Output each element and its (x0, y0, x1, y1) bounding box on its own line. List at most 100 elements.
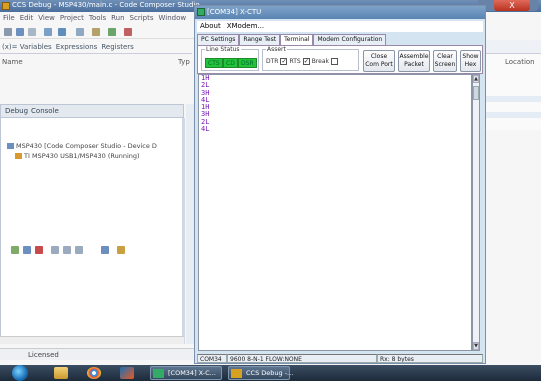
output-line: 2L (201, 81, 210, 90)
cts-indicator: CTS (205, 58, 223, 68)
menu-run[interactable]: Run (111, 12, 124, 24)
tab-terminal[interactable]: Terminal (280, 34, 314, 45)
clear-screen-label-2: Screen (434, 61, 456, 68)
step-into-icon[interactable] (51, 246, 59, 254)
debug-tree: MSP430 [Code Composer Studio - Device D … (0, 118, 184, 336)
ccs-app-icon (2, 2, 10, 10)
ide-title: CCS Debug - MSP430/main.c - Code Compose… (12, 1, 200, 9)
taskbar: [COM34] X-C... CCS Debug -... (0, 365, 541, 381)
output-line: 1H (201, 103, 210, 112)
step-return-icon[interactable] (75, 246, 83, 254)
menu-edit[interactable]: Edit (20, 12, 34, 24)
assert-group: Assert DTR ✓ RTS ✓ Break (262, 46, 359, 71)
column-name: Name (2, 58, 23, 66)
tab-modem-configuration[interactable]: Modem Configuration (313, 34, 387, 45)
terminal-tabs: PC Settings Range Test Terminal Modem Co… (197, 34, 483, 45)
tool-icon[interactable] (92, 28, 100, 36)
xctu-terminal-window: [COM34] X-CTU About XModem... PC Setting… (194, 5, 486, 364)
scroll-up-icon[interactable]: ▲ (473, 75, 479, 83)
terminal-vertical-scrollbar[interactable]: ▲ ▼ (472, 74, 480, 351)
close-window-button[interactable]: X (494, 0, 530, 11)
tree-item-device[interactable]: TI MSP430 USB1/MSP430 (Running) (15, 152, 140, 160)
run-icon[interactable] (108, 28, 116, 36)
line-status-label: Line Status (205, 46, 241, 53)
tab-registers[interactable]: Registers (101, 40, 133, 53)
view-splitter[interactable] (182, 118, 185, 344)
app-icon[interactable] (120, 367, 134, 379)
menu-project[interactable]: Project (60, 12, 84, 24)
close-com-port-label-1: Close (370, 53, 388, 60)
debug-session-icon (7, 143, 14, 149)
menu-about[interactable]: About (200, 21, 221, 32)
tab-variables[interactable]: (x)= Variables (2, 40, 52, 53)
tree-item-label: TI MSP430 USB1/MSP430 (Running) (24, 152, 140, 160)
dtr-label: DTR (266, 58, 279, 65)
step-over-icon[interactable] (63, 246, 71, 254)
output-line: 3H (201, 110, 210, 119)
show-hex-button[interactable]: Show Hex (460, 50, 481, 72)
horizontal-scrollbar[interactable] (0, 336, 184, 344)
taskbar-task-ccs[interactable]: CCS Debug -... (228, 366, 294, 380)
tab-range-test[interactable]: Range Test (239, 34, 281, 45)
status-port: COM34 (197, 354, 227, 363)
tab-expressions[interactable]: Expressions (56, 40, 98, 53)
scroll-thumb[interactable] (473, 86, 479, 100)
close-com-port-button[interactable]: Close Com Port (363, 50, 395, 72)
restart-icon[interactable] (117, 246, 125, 254)
clear-screen-button[interactable]: Clear Screen (433, 50, 457, 72)
stop-icon[interactable] (124, 28, 132, 36)
terminal-menu-bar: About XModem... (197, 21, 483, 32)
tree-item-label: MSP430 [Code Composer Studio - Device D (16, 142, 157, 150)
menu-xmodem[interactable]: XModem... (227, 21, 264, 32)
tab-console[interactable]: Console (31, 105, 59, 117)
folder-icon[interactable] (54, 367, 68, 379)
line-status-group: Line Status CTS CD DSR (201, 46, 259, 71)
search-icon[interactable] (76, 28, 84, 36)
output-line: 4L (201, 95, 210, 104)
xctu-app-icon (197, 8, 205, 16)
menu-scripts[interactable]: Scripts (130, 12, 154, 24)
show-hex-label-1: Show (462, 53, 479, 60)
dtr-checkbox[interactable]: ✓ (280, 58, 288, 65)
scroll-down-icon[interactable]: ▼ (473, 342, 479, 350)
task-label: [COM34] X-C... (168, 369, 216, 377)
new-icon[interactable] (4, 28, 12, 36)
status-settings: 9600 8-N-1 FLOW:NONE (227, 354, 377, 363)
start-button[interactable] (12, 365, 28, 381)
xctu-task-icon (153, 369, 164, 378)
assert-controls: DTR ✓ RTS ✓ Break (266, 58, 338, 65)
terminal-title-bar[interactable]: [COM34] X-CTU (195, 6, 485, 19)
terminal-status-bar: COM34 9600 8-N-1 FLOW:NONE Rx: 8 bytes (197, 354, 483, 363)
print-icon[interactable] (28, 28, 36, 36)
task-label: CCS Debug -... (246, 369, 294, 377)
tab-pc-settings[interactable]: PC Settings (197, 34, 240, 45)
debug-icon[interactable] (58, 28, 66, 36)
assemble-packet-button[interactable]: Assemble Packet (398, 50, 430, 72)
build-icon[interactable] (44, 28, 52, 36)
chrome-icon[interactable] (87, 367, 101, 379)
ide-toolbar (0, 25, 200, 39)
break-label: Break (311, 58, 329, 65)
debug-toolbar (5, 243, 181, 255)
pane-row (485, 96, 541, 102)
menu-view[interactable]: View (38, 12, 55, 24)
menu-file[interactable]: File (3, 12, 15, 24)
taskbar-task-xctu[interactable]: [COM34] X-C... (150, 366, 222, 380)
menu-tools[interactable]: Tools (89, 12, 106, 24)
rts-checkbox[interactable]: ✓ (302, 58, 310, 65)
tab-debug[interactable]: Debug (5, 105, 28, 117)
reset-icon[interactable] (101, 246, 109, 254)
break-checkbox[interactable] (330, 58, 338, 65)
terminal-output[interactable]: 1H 2L 3H 4L 1H 3H 2L 4L (198, 74, 472, 351)
save-icon[interactable] (16, 28, 24, 36)
tree-item-project[interactable]: MSP430 [Code Composer Studio - Device D (7, 142, 157, 150)
terminal-control-panel: Line Status CTS CD DSR Assert DTR ✓ RTS … (197, 45, 483, 74)
output-line: 4L (201, 125, 210, 134)
license-status: Licensed (28, 351, 59, 359)
menu-window[interactable]: Window (159, 12, 187, 24)
resume-icon[interactable] (11, 246, 19, 254)
thread-icon (15, 153, 22, 159)
status-rx: Rx: 8 bytes (377, 354, 483, 363)
suspend-icon[interactable] (23, 246, 31, 254)
terminate-icon[interactable] (35, 246, 43, 254)
